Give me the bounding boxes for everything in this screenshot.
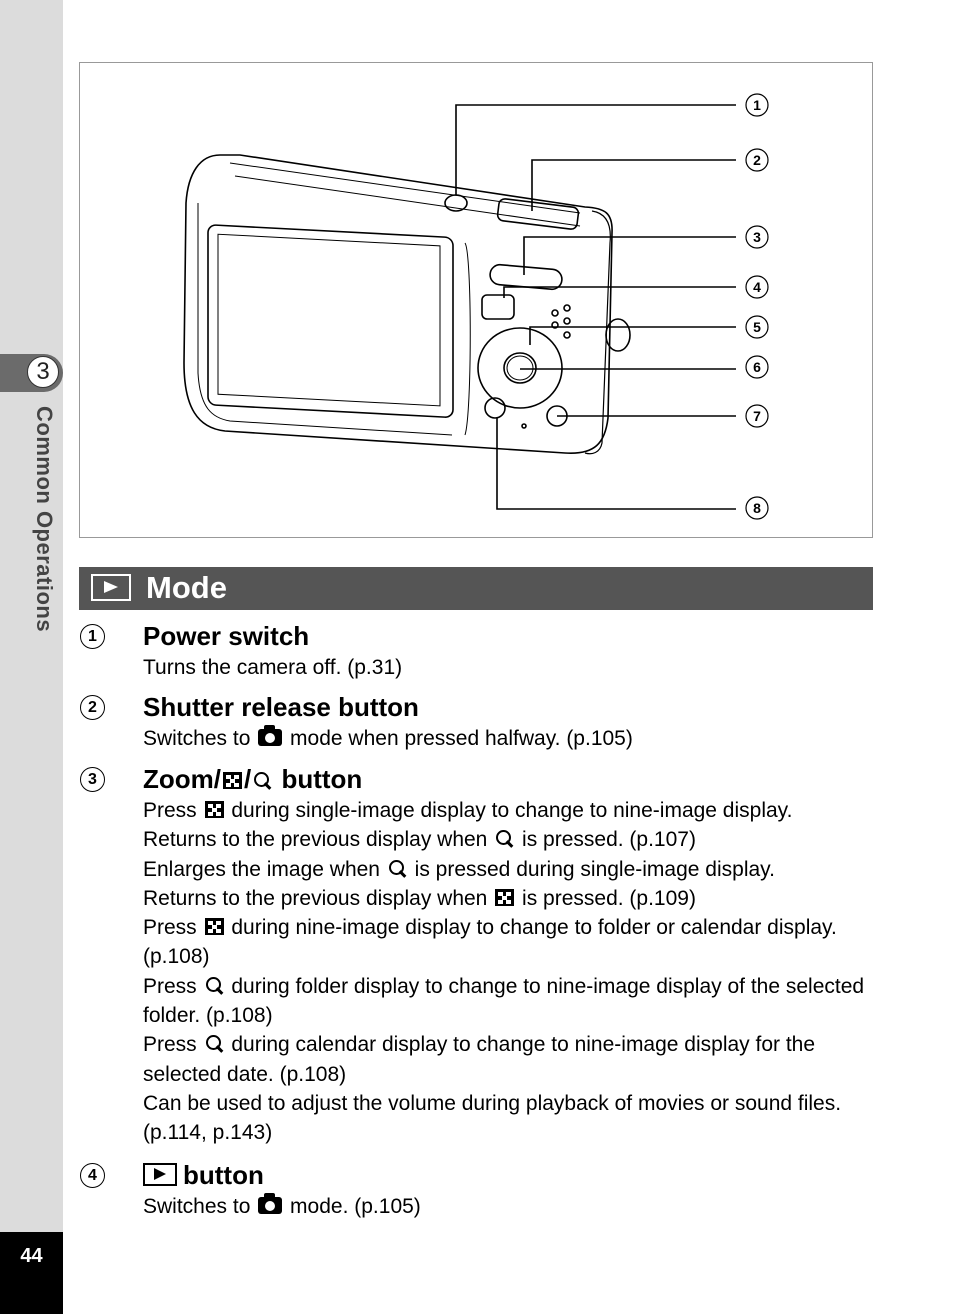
desc-line: Switches to mode when pressed halfway. (… (143, 725, 633, 750)
desc-line: Turns the camera off. (p.31) (143, 656, 403, 679)
item-title: Zoom// button (143, 764, 363, 794)
item-title: Shutter release button (143, 692, 419, 722)
callout-8: 8 (753, 500, 761, 516)
desc-line: Returns to the previous display when is … (143, 886, 696, 910)
callout-4: 4 (753, 279, 761, 295)
camera-illustration: 1 2 3 4 5 6 7 8 (183, 93, 769, 520)
grid-icon (223, 772, 242, 789)
callout-5: 5 (753, 319, 761, 335)
grid-icon (495, 888, 515, 906)
playback-icon (143, 1163, 177, 1186)
playback-icon (91, 574, 131, 601)
zoom-icon (205, 976, 224, 995)
zoom-icon (495, 829, 514, 848)
item-description: Switches to mode. (p.105) (143, 1192, 883, 1221)
section-title: Mode (146, 570, 227, 605)
callout-1: 1 (753, 97, 761, 113)
desc-line: Press during calendar display to change … (143, 1033, 816, 1086)
zoom-icon (205, 1034, 224, 1053)
desc-line: Switches to mode. (p.105) (143, 1193, 421, 1218)
grid-icon (204, 801, 224, 818)
grid-icon (204, 918, 224, 936)
desc-line: Press during folder display to change to… (143, 974, 865, 1028)
chapter-number-badge: 3 (27, 356, 59, 388)
desc-line: Enlarges the image when is pressed durin… (143, 857, 775, 881)
callout-3: 3 (753, 229, 761, 245)
desc-line: Can be used to adjust the volume during … (143, 1091, 842, 1145)
callout-7: 7 (753, 408, 761, 424)
zoom-icon (253, 771, 272, 790)
chapter-title: Common Operations (32, 406, 57, 633)
item-number: 1 (80, 624, 105, 649)
zoom-rocker-drawing (489, 263, 563, 291)
desc-line: Press during single-image display to cha… (143, 799, 793, 822)
item-description: Press during single-image display to cha… (143, 796, 883, 1148)
item-number: 3 (80, 767, 105, 792)
desc-line: Press during nine-image display to chang… (143, 916, 837, 969)
lcd-screen (207, 224, 454, 418)
zoom-icon (388, 859, 407, 878)
item-number: 4 (80, 1163, 105, 1188)
four-way-controller-drawing (477, 327, 563, 409)
chapter-sidebar (0, 0, 63, 1314)
power-switch-drawing (444, 194, 468, 212)
item-description: Turns the camera off. (p.31) (143, 653, 883, 682)
item-number: 2 (80, 695, 105, 720)
callout-6: 6 (753, 359, 761, 375)
play-button-drawing (481, 294, 515, 320)
callout-2: 2 (753, 152, 761, 168)
section-header: Mode (79, 567, 873, 610)
desc-line: Returns to the previous display when is … (143, 828, 696, 852)
item-description: Switches to mode when pressed halfway. (… (143, 724, 883, 753)
page-number: 44 (20, 1245, 43, 1267)
camera-icon (258, 1193, 283, 1214)
camera-icon (258, 725, 283, 746)
item-title: button (143, 1159, 264, 1191)
item-title: Power switch (143, 621, 310, 651)
camera-diagram: 1 2 3 4 5 6 7 8 (79, 62, 873, 538)
